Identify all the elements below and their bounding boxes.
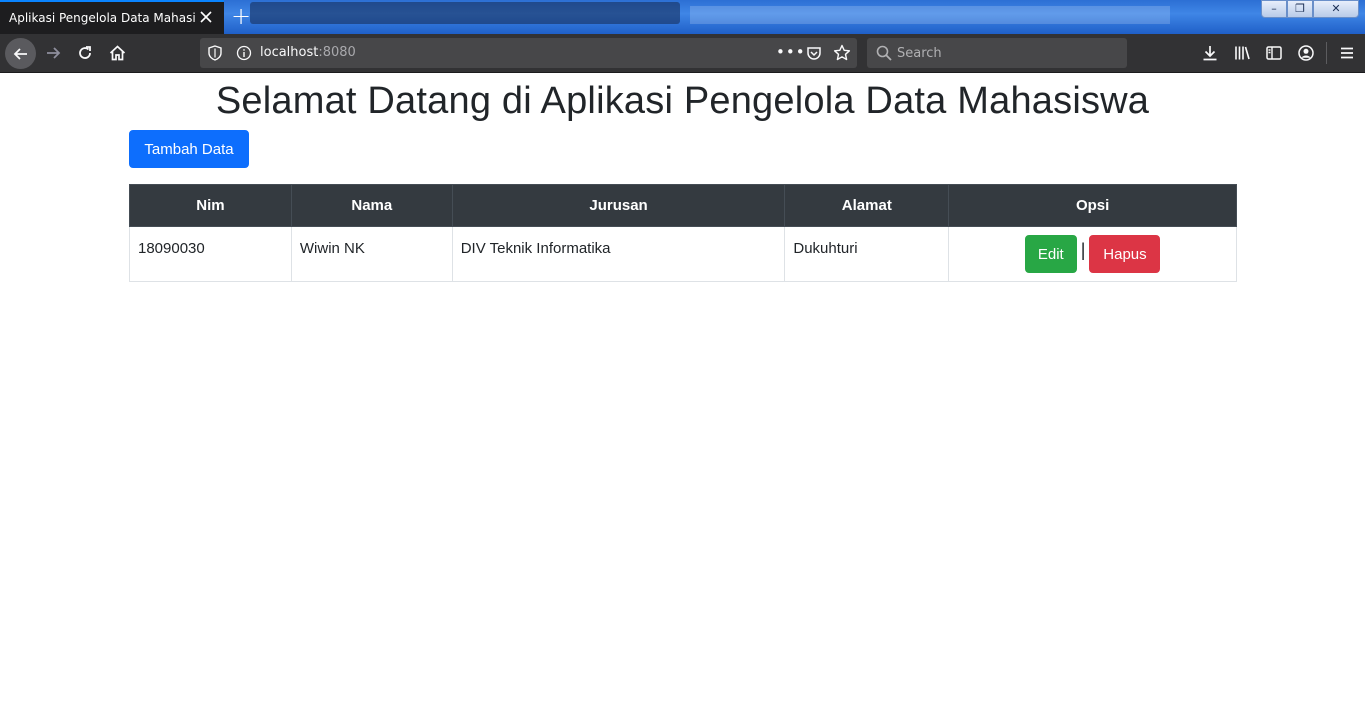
url-host: localhost: [260, 45, 319, 60]
action-separator: |: [1080, 239, 1086, 260]
tab-close-icon[interactable]: [198, 10, 214, 26]
column-header-nim: Nim: [129, 184, 292, 227]
cell-opsi: Edit | Hapus: [948, 226, 1237, 282]
window-minimize-button[interactable]: –: [1261, 0, 1287, 18]
home-button[interactable]: [102, 38, 132, 68]
home-icon: [109, 45, 125, 61]
student-data-table: Nim Nama Jurusan Alamat Opsi 18090030 Wi…: [129, 184, 1237, 282]
url-bar[interactable]: localhost:8080 •••: [200, 38, 857, 68]
toolbar-divider: [1326, 42, 1327, 64]
background-window-blur: [690, 6, 1170, 24]
arrow-left-icon: [13, 47, 27, 60]
info-icon[interactable]: [236, 45, 252, 61]
page-content: Selamat Datang di Aplikasi Pengelola Dat…: [0, 74, 1365, 713]
search-input[interactable]: [897, 44, 1117, 62]
account-icon[interactable]: [1297, 44, 1315, 62]
cell-alamat: Dukuhturi: [784, 226, 950, 282]
url-text[interactable]: localhost:8080: [260, 45, 356, 60]
downloads-icon[interactable]: [1201, 44, 1219, 62]
background-window-blur: [250, 2, 680, 24]
search-bar[interactable]: [867, 38, 1127, 68]
cell-nama: Wiwin NK: [290, 226, 453, 282]
column-header-nama: Nama: [290, 184, 453, 227]
window-close-button[interactable]: ✕: [1313, 0, 1359, 18]
table-row: 18090030 Wiwin NK DIV Teknik Informatika…: [129, 226, 1237, 282]
page-title: Selamat Datang di Aplikasi Pengelola Dat…: [215, 80, 1150, 122]
arrow-right-icon: [47, 47, 61, 59]
reload-button[interactable]: [70, 38, 100, 68]
bookmark-star-icon[interactable]: [833, 44, 851, 62]
pocket-icon[interactable]: [806, 45, 822, 61]
edit-button[interactable]: Edit: [1024, 235, 1077, 273]
table-header-row: Nim Nama Jurusan Alamat Opsi: [129, 184, 1237, 227]
sidebar-icon[interactable]: [1265, 44, 1283, 62]
browser-tab-active[interactable]: Aplikasi Pengelola Data Mahasiswa: [0, 0, 224, 34]
hamburger-menu-icon[interactable]: [1338, 44, 1356, 62]
url-port: :8080: [318, 45, 356, 60]
window-titlebar: Aplikasi Pengelola Data Mahasiswa + – ❐ …: [0, 0, 1365, 34]
window-maximize-button[interactable]: ❐: [1287, 0, 1313, 18]
search-icon: [876, 45, 892, 61]
page-actions-menu-icon[interactable]: •••: [776, 43, 806, 61]
column-header-alamat: Alamat: [784, 184, 950, 227]
cell-nim: 18090030: [129, 226, 292, 282]
browser-toolbar: localhost:8080 •••: [0, 34, 1365, 73]
cell-jurusan: DIV Teknik Informatika: [451, 226, 786, 282]
forward-button[interactable]: [38, 38, 68, 68]
delete-button[interactable]: Hapus: [1089, 235, 1161, 273]
shield-icon[interactable]: [208, 45, 222, 61]
library-icon[interactable]: [1233, 44, 1251, 62]
back-button[interactable]: [5, 38, 36, 69]
column-header-opsi: Opsi: [948, 184, 1237, 227]
tab-title: Aplikasi Pengelola Data Mahasiswa: [9, 11, 195, 25]
reload-icon: [79, 46, 91, 59]
add-data-button[interactable]: Tambah Data: [129, 130, 249, 168]
new-tab-button[interactable]: +: [229, 3, 253, 29]
column-header-jurusan: Jurusan: [451, 184, 786, 227]
